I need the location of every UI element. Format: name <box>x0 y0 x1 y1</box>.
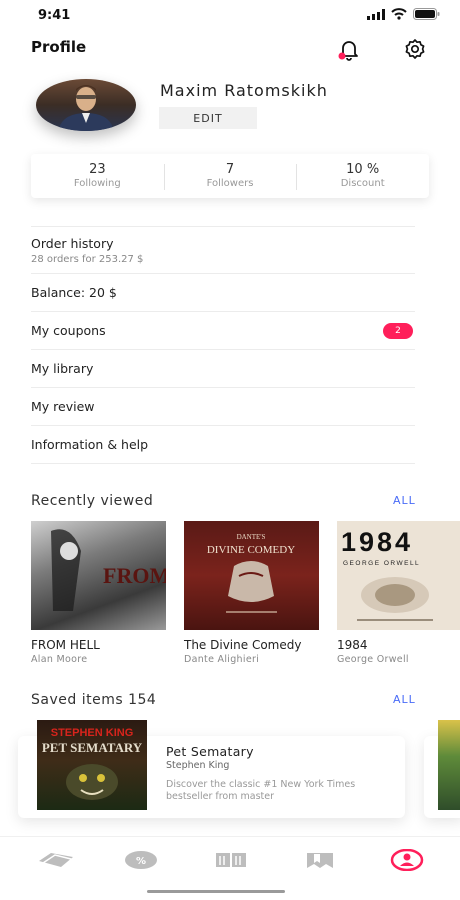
battery-icon <box>413 8 440 20</box>
book-author: George Orwell <box>337 654 409 665</box>
recently-viewed-heading: Recently viewed <box>31 493 154 509</box>
stat-label: Following <box>73 178 121 189</box>
menu-sublabel: 28 orders for 253.27 $ <box>31 253 144 265</box>
wifi-icon <box>391 8 407 20</box>
cover-title-text: DIVINE COMEDY <box>207 544 295 556</box>
settings-button[interactable] <box>403 37 427 61</box>
status-icons <box>367 8 440 20</box>
notification-button[interactable] <box>337 37 361 61</box>
stat-value: 23 <box>89 162 106 177</box>
cover-pretitle-text: DANTE'S <box>237 533 266 541</box>
stat-followers[interactable]: 7 Followers <box>163 154 297 198</box>
tab-library[interactable] <box>211 848 251 872</box>
tab-tickets[interactable] <box>36 848 76 872</box>
saved-item-author: Stephen King <box>166 760 230 771</box>
menu-label: My library <box>31 361 94 376</box>
stat-discount[interactable]: 10 % Discount <box>296 154 429 198</box>
menu-information-help[interactable]: Information & help <box>31 426 415 464</box>
cover-author-text: GEORGE ORWELL <box>343 560 420 567</box>
discount-icon: % <box>125 851 157 869</box>
book-title: FROM HELL <box>31 638 100 652</box>
signal-icon <box>367 8 385 20</box>
book-cover: FROM HELL <box>31 521 166 630</box>
saved-items-all-link[interactable]: ALL <box>393 693 416 706</box>
stat-label: Discount <box>340 178 385 189</box>
profile-name: Maxim Ratomskikh <box>160 81 328 100</box>
menu-label: My coupons <box>31 323 106 338</box>
saved-item-cover: STEPHEN KING PET SEMATARY <box>37 720 147 810</box>
book-title: The Divine Comedy <box>184 638 302 652</box>
saved-item-title: Pet Sematary <box>166 744 254 759</box>
home-indicator <box>147 890 285 893</box>
bookmark-icon <box>307 853 333 868</box>
tickets-icon <box>39 853 73 867</box>
menu-balance[interactable]: Balance: 20 $ <box>31 274 415 312</box>
cover-title-text: 1984 <box>341 527 413 557</box>
stat-label: Followers <box>206 178 254 189</box>
profile-icon <box>390 849 424 871</box>
tab-bookmarks[interactable] <box>300 848 340 872</box>
stat-value: 10 % <box>346 162 380 177</box>
saved-item-description: Discover the classic #1 New York Times b… <box>166 779 356 802</box>
tab-profile[interactable] <box>387 848 427 872</box>
menu-label: Balance: 20 $ <box>31 285 117 300</box>
stat-value: 7 <box>225 162 235 177</box>
menu-label: My review <box>31 399 95 414</box>
bell-icon <box>338 41 358 61</box>
saved-items-heading: Saved items 154 <box>31 692 157 708</box>
menu-order-history[interactable]: Order history 28 orders for 253.27 $ <box>31 227 415 274</box>
tab-discount[interactable]: % <box>121 848 161 872</box>
cover-title-text: FROM HELL <box>103 563 166 588</box>
menu-label: Order history <box>31 235 114 251</box>
recently-viewed-all-link[interactable]: ALL <box>393 494 416 507</box>
menu-coupons[interactable]: My coupons 2 <box>31 312 415 350</box>
page-title: Profile <box>31 38 87 56</box>
menu-label: Information & help <box>31 437 149 452</box>
menu-library[interactable]: My library <box>31 350 415 388</box>
profile-menu: Order history 28 orders for 253.27 $ Bal… <box>31 226 415 464</box>
gear-icon <box>405 39 425 59</box>
stat-following[interactable]: 23 Following <box>31 154 164 198</box>
library-icon <box>216 853 246 867</box>
book-title: 1984 <box>337 638 368 652</box>
menu-review[interactable]: My review <box>31 388 415 426</box>
book-author: Dante Alighieri <box>184 654 260 665</box>
saved-item-cover-next <box>438 720 460 810</box>
status-bar: 9:41 <box>0 0 460 30</box>
book-author: Alan Moore <box>31 654 88 665</box>
stats-card: 23 Following 7 Followers 10 % Discount <box>31 154 429 198</box>
book-card-from-hell[interactable]: FROM HELL FROM HELL Alan Moore <box>31 521 166 665</box>
book-card-1984[interactable]: 1984 GEORGE ORWELL 1984 George Orwell <box>337 521 460 665</box>
svg-text:%: % <box>136 856 146 867</box>
book-cover: DANTE'S DIVINE COMEDY <box>184 521 319 630</box>
avatar[interactable] <box>36 79 136 131</box>
book-cover: 1984 GEORGE ORWELL <box>337 521 460 630</box>
book-card-divine-comedy[interactable]: DANTE'S DIVINE COMEDY The Divine Comedy … <box>184 521 319 665</box>
coupons-count-badge: 2 <box>383 322 413 339</box>
status-time: 9:41 <box>38 8 71 23</box>
cover-author-text: STEPHEN KING <box>51 727 134 739</box>
edit-profile-button[interactable]: EDIT <box>159 107 257 129</box>
cover-title-text: PET SEMATARY <box>42 740 143 755</box>
